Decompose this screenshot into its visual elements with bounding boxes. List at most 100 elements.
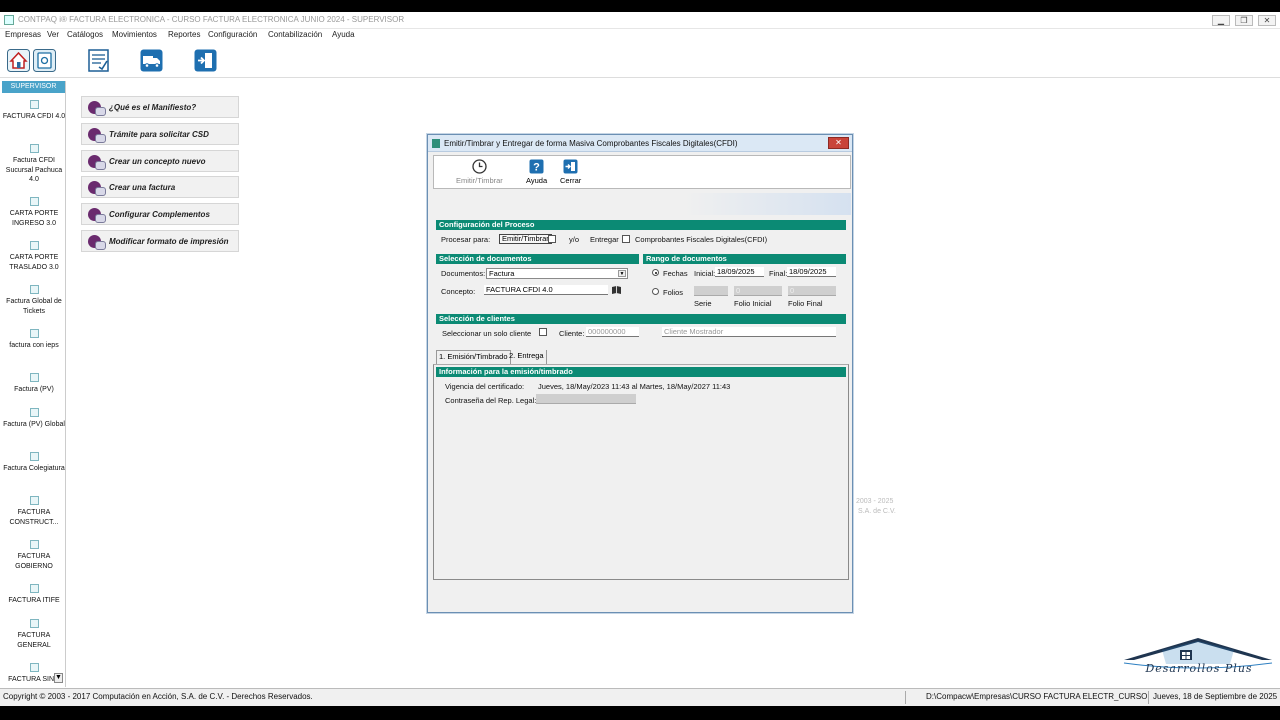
document-icon — [29, 408, 39, 417]
document-list-icon[interactable] — [87, 49, 110, 72]
quick-link-tramite-csd[interactable]: Trámite para solicitar CSD — [81, 123, 239, 145]
cliente-code-field[interactable]: 000000000 — [586, 327, 639, 337]
sidebar-item[interactable]: FACTURA CONSTRUCT... — [2, 496, 65, 527]
quick-link-crear-factura[interactable]: Crear una factura — [81, 176, 239, 198]
restore-button[interactable]: ❐ — [1235, 15, 1253, 26]
serie-field[interactable] — [694, 286, 728, 296]
app-icon — [4, 15, 14, 25]
exit-icon[interactable] — [194, 49, 217, 72]
svg-text:?: ? — [533, 162, 540, 174]
folio-inicial-label: Folio Inicial — [734, 299, 772, 308]
folio-final-label: Folio Final — [788, 299, 823, 308]
section-informacion-emision: Información para la emisión/timbrado — [436, 367, 846, 377]
document-icon — [29, 373, 39, 382]
vigencia-value: Jueves, 18/May/2023 11:43 al Martes, 18/… — [538, 382, 731, 391]
title-bar: CONTPAQ i® FACTURA ELECTRONICA - CURSO F… — [0, 12, 1280, 29]
documentos-select[interactable]: Factura ▼ — [486, 268, 628, 279]
final-label: Final: — [769, 269, 788, 278]
document-icon — [29, 496, 39, 505]
help-hand-icon — [88, 181, 106, 196]
sidebar-item[interactable]: Factura (PV) — [2, 373, 65, 395]
cerrar-button[interactable]: Cerrar — [560, 159, 581, 185]
solo-cliente-checkbox[interactable] — [539, 328, 547, 336]
emitir-checkbox[interactable] — [548, 235, 556, 243]
contrasena-field[interactable] — [536, 394, 636, 404]
menu-ver[interactable]: Ver — [47, 30, 59, 39]
document-icon — [29, 144, 39, 153]
section-rango-documentos: Rango de documentos — [643, 254, 846, 264]
menu-contabilizacion[interactable]: Contabilización — [268, 30, 322, 39]
help-hand-icon — [88, 101, 106, 116]
menu-empresas[interactable]: Empresas — [5, 30, 41, 39]
document-icon — [29, 241, 39, 250]
menu-movimientos[interactable]: Movimientos — [112, 30, 157, 39]
sidebar-item[interactable]: FACTURA ITIFE — [2, 584, 65, 606]
status-date: Jueves, 18 de Septiembre de 2025 — [1153, 692, 1278, 701]
sidebar-item[interactable]: Factura Colegiatura — [2, 452, 65, 474]
quick-link-concepto-nuevo[interactable]: Crear un concepto nuevo — [81, 150, 239, 172]
emitir-timbrar-toggle[interactable]: Emitir/Timbrar — [499, 234, 552, 244]
dialog-close-button[interactable]: ✕ — [828, 137, 849, 149]
main-toolbar — [0, 44, 1280, 78]
sidebar-item[interactable]: Factura CFDI Sucursal Pachuca 4.0 — [2, 144, 65, 185]
menu-configuracion[interactable]: Configuración — [208, 30, 257, 39]
help-hand-icon — [88, 128, 106, 143]
status-divider — [905, 691, 906, 704]
contrasena-label: Contraseña del Rep. Legal: — [445, 396, 537, 405]
entregar-label: Entregar — [590, 235, 619, 244]
sidebar-item[interactable]: FACTURA GOBIERNO — [2, 540, 65, 571]
folios-label: Folios — [663, 288, 684, 297]
help-hand-icon — [88, 208, 106, 223]
sidebar-item[interactable]: CARTA PORTE TRASLADO 3.0 — [2, 241, 65, 272]
documentos-label: Documentos: — [441, 269, 486, 278]
dialog-title: Emitir/Timbrar y Entregar de forma Masiv… — [444, 139, 738, 148]
ayuda-button[interactable]: ? Ayuda — [526, 159, 547, 185]
background-copyright-years: 2003 - 2025 — [856, 498, 894, 505]
cliente-name-field[interactable]: Cliente Mostrador — [662, 327, 836, 337]
sidebar-header: SUPERVISOR — [2, 81, 65, 93]
minimize-button[interactable]: ▁ — [1212, 15, 1230, 26]
sidebar-item[interactable]: FACTURA CFDI 4.0 — [2, 100, 65, 122]
menu-reportes[interactable]: Reportes — [168, 30, 200, 39]
cfdi-label: Comprobantes Fiscales Digitales(CFDI) — [635, 235, 768, 244]
concepto-field[interactable]: FACTURA CFDI 4.0 — [484, 285, 608, 295]
sidebar-item[interactable]: Factura Global de Tickets — [2, 285, 65, 316]
tab-emision-timbrado[interactable]: 1. Emisión/Timbrado — [436, 350, 511, 364]
status-bar: Copyright © 2003 - 2017 Computación en A… — [0, 688, 1280, 706]
procesar-label: Procesar para: — [441, 235, 491, 244]
menu-catalogos[interactable]: Catálogos — [67, 30, 103, 39]
sidebar-item[interactable]: FACTURA GENERAL — [2, 619, 65, 650]
dialog-app-icon — [432, 139, 440, 148]
truck-icon[interactable] — [140, 49, 163, 72]
sidebar-scroll-down[interactable]: ▼ — [54, 673, 63, 683]
window-title: CONTPAQ i® FACTURA ELECTRONICA - CURSO F… — [18, 15, 405, 24]
quick-link-formato-impresion[interactable]: Modificar formato de impresión — [81, 230, 239, 252]
emitir-timbrar-button[interactable]: Emitir/Timbrar — [456, 159, 503, 185]
concepto-lookup-icon[interactable] — [611, 285, 622, 295]
sidebar-item[interactable]: CARTA PORTE INGRESO 3.0 — [2, 197, 65, 228]
cliente-label: Cliente: — [559, 329, 585, 338]
help-book-icon[interactable] — [33, 49, 56, 72]
fechas-radio[interactable] — [652, 269, 659, 276]
entregar-checkbox[interactable] — [622, 235, 630, 243]
fecha-inicial-field[interactable]: 18/09/2025 — [715, 267, 764, 277]
sidebar-item[interactable]: factura con ieps — [2, 329, 65, 351]
close-button[interactable]: ✕ — [1258, 15, 1276, 26]
tab-entrega[interactable]: 2. Entrega — [507, 350, 547, 364]
fecha-final-field[interactable]: 18/09/2025 — [787, 267, 836, 277]
solo-cliente-label: Seleccionar un solo cliente — [442, 329, 532, 338]
app-window: CONTPAQ i® FACTURA ELECTRONICA - CURSO F… — [0, 12, 1280, 706]
document-icon — [29, 197, 39, 206]
folios-radio[interactable] — [652, 288, 659, 295]
menu-ayuda[interactable]: Ayuda — [332, 30, 355, 39]
document-icon — [29, 540, 39, 549]
section-configuracion: Configuración del Proceso — [436, 220, 846, 230]
quick-link-complementos[interactable]: Configurar Complementos — [81, 203, 239, 225]
quick-link-manifiesto[interactable]: ¿Qué es el Manifiesto? — [81, 96, 239, 118]
folio-inicial-field[interactable]: 0 — [734, 286, 782, 296]
sidebar-item[interactable]: Factura (PV) Global — [2, 408, 65, 430]
home-icon[interactable] — [7, 49, 30, 72]
folio-final-field[interactable]: 0 — [788, 286, 836, 296]
document-icon — [29, 663, 39, 672]
emitir-timbrar-dialog: Emitir/Timbrar y Entregar de forma Masiv… — [427, 134, 853, 613]
